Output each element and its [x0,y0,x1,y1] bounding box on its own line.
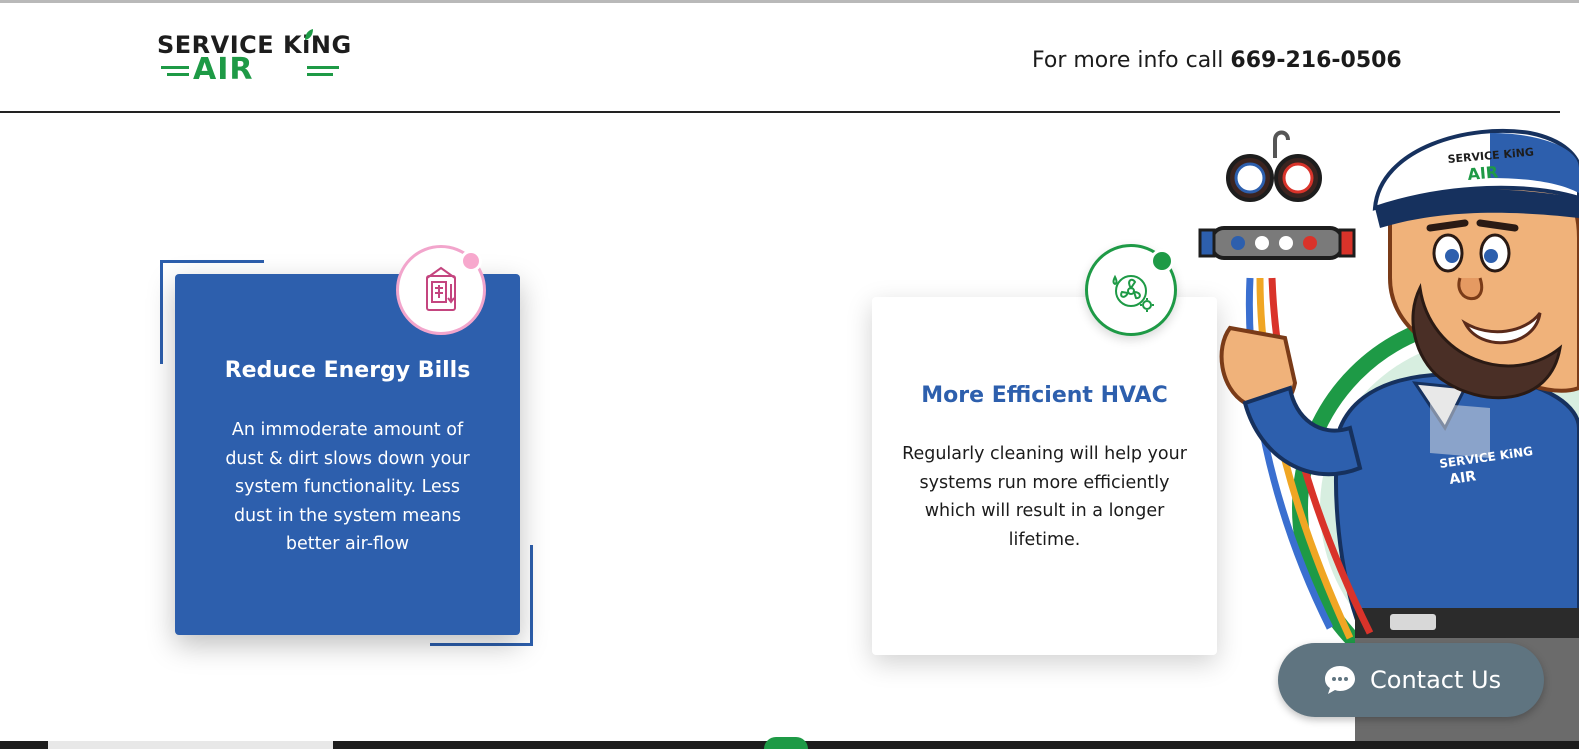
card-title: More Efficient HVAC [921,383,1168,408]
page: SERVICE KiNG AIR For more info call 669-… [0,0,1579,749]
phone-number-link[interactable]: 669-216-0506 [1230,48,1401,73]
card-frame-corner [160,260,163,364]
phone-prefix: For more info call [1032,48,1231,73]
header-phone: For more info call 669-216-0506 [1032,48,1402,73]
logo-wordmark-top: SERVICE KiNG [157,31,352,59]
svg-text:AIR: AIR [1467,162,1499,184]
contact-us-button[interactable]: Contact Us [1278,643,1544,717]
card-frame-corner [530,545,533,646]
logo-wing-right-2 [307,73,333,76]
logo-wing-left-2 [167,73,189,76]
next-section-edge-light [48,741,333,749]
logo-wordmark-bottom: AIR [193,52,254,87]
site-header: SERVICE KiNG AIR For more info call 669-… [0,3,1579,111]
card-body: An immoderate amount of dust & dirt slow… [225,420,470,554]
header-divider [0,111,1560,113]
card-body: Regularly cleaning will help your system… [902,444,1187,550]
logo-wing-right [307,66,339,69]
card-title: Reduce Energy Bills [224,358,471,383]
logo-wing-left [161,66,189,69]
chat-bubble-icon [1325,666,1355,694]
service-king-air-logo[interactable]: SERVICE KiNG AIR [157,29,351,89]
next-section-accent [764,737,808,749]
card-frame-corner [430,643,533,646]
benefit-card-hvac: More Efficient HVAC Regularly cleaning w… [872,297,1217,655]
icon-badge-dot [1150,249,1174,273]
leaf-icon [305,29,313,40]
contact-us-label: Contact Us [1370,666,1502,694]
icon-badge-dot [460,250,482,272]
card-frame-corner [160,260,264,263]
